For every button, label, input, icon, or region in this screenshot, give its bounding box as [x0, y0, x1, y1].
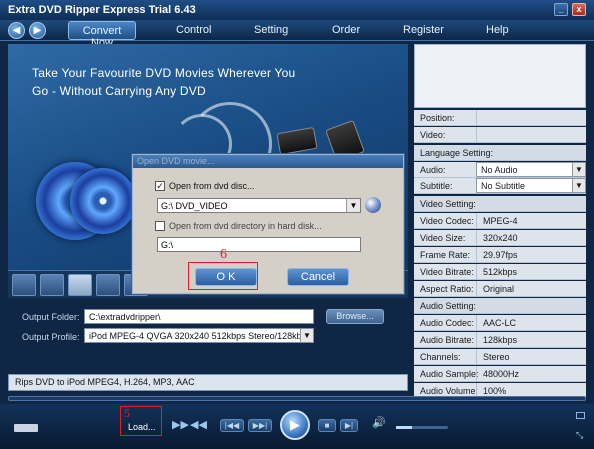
menu-help[interactable]: Help: [486, 24, 509, 36]
compact-mode-icon[interactable]: [576, 412, 585, 419]
disc-drive-select[interactable]: G:\ DVD_VIDEO ▼: [157, 198, 361, 213]
refresh-drives-icon[interactable]: [365, 197, 381, 213]
open-from-disc-option[interactable]: ✓ Open from dvd disc...: [155, 181, 255, 191]
open-from-dir-checkbox[interactable]: [155, 221, 165, 231]
title-bar: Extra DVD Ripper Express Trial 6.43 _ x: [0, 0, 594, 20]
property-row: Video:: [414, 127, 586, 143]
audio-setting-header: Audio Setting:: [414, 298, 586, 314]
output-folder-label: Output Folder:: [22, 312, 80, 322]
menu-setting[interactable]: Setting: [254, 24, 288, 36]
video-codec-row: Video Codec: MPEG-4: [414, 213, 586, 229]
preset-thumbnail[interactable]: [40, 274, 64, 296]
minimize-button[interactable]: _: [554, 3, 568, 16]
subtitle-row: Subtitle: No Subtitle ▼: [414, 178, 586, 194]
menu-convert-now[interactable]: Convert Now: [68, 21, 136, 49]
menu-control[interactable]: Control: [176, 24, 211, 36]
preset-thumbnail[interactable]: [68, 274, 92, 296]
menu-bar: ◀ ▶ Convert Now Control Setting Order Re…: [0, 20, 594, 49]
play-icon[interactable]: ▶: [280, 410, 310, 440]
dialog-title: Open DVD movie...: [133, 155, 403, 168]
directory-path-value: G:\: [161, 240, 174, 250]
open-from-dir-label: Open from dvd directory in hard disk...: [169, 221, 322, 231]
chevron-down-icon[interactable]: ▼: [346, 199, 360, 212]
cancel-button[interactable]: Cancel: [287, 268, 349, 286]
step-number-label: 6: [220, 247, 227, 262]
preset-thumbnail[interactable]: [96, 274, 120, 296]
browse-button[interactable]: Browse...: [326, 309, 384, 324]
output-profile-value: iPod MPEG-4 QVGA 320x240 512kbps Stereo/…: [89, 331, 312, 341]
preset-thumbnail[interactable]: [12, 274, 36, 296]
audio-sample-row: Audio Sample: 48000Hz: [414, 366, 586, 382]
directory-path-field[interactable]: G:\: [157, 237, 361, 252]
forward-arrow-icon[interactable]: ▶: [29, 22, 46, 39]
audio-bitrate-row: Audio Bitrate: 128kbps: [414, 332, 586, 348]
video-size-row: Video Size: 320x240: [414, 230, 586, 246]
chevron-down-icon[interactable]: ▼: [572, 179, 585, 192]
audio-codec-row: Audio Codec: AAC-LC: [414, 315, 586, 331]
subtitle-select[interactable]: No Subtitle ▼: [476, 178, 586, 193]
banner-line-1: Take Your Favourite DVD Movies Wherever …: [32, 66, 296, 80]
chevron-down-icon[interactable]: ▼: [300, 329, 313, 342]
chevron-down-icon[interactable]: ▼: [572, 163, 585, 176]
audio-track-select[interactable]: No Audio ▼: [476, 162, 586, 177]
property-row: Position:: [414, 110, 586, 126]
language-setting-header: Language Setting:: [414, 145, 586, 161]
playback-progress-bar[interactable]: [8, 396, 586, 401]
rewind-icon[interactable]: ◀◀: [190, 418, 207, 431]
step-highlight-box: [188, 262, 258, 290]
volume-slider-fill: [396, 426, 412, 429]
menu-order[interactable]: Order: [332, 24, 360, 36]
open-from-disc-checkbox[interactable]: ✓: [155, 181, 165, 191]
video-preview-pane: [414, 44, 586, 108]
output-profile-label: Output Profile:: [22, 332, 80, 342]
close-button[interactable]: x: [572, 3, 586, 16]
app-window: Extra DVD Ripper Express Trial 6.43 _ x …: [0, 0, 594, 449]
player-controls: Load... 5 ▶▶ ◀◀ |◀◀ ▶▶| ▶ ■ ▶| 🔊 ⤡: [0, 404, 594, 449]
volume-slider[interactable]: [396, 426, 448, 429]
step-number-label: 5: [124, 406, 130, 420]
speaker-icon[interactable]: 🔊: [372, 416, 386, 429]
aspect-ratio-row: Aspect Ratio: Original: [414, 281, 586, 297]
back-arrow-icon[interactable]: ◀: [8, 22, 25, 39]
disc-drive-value: G:\ DVD_VIDEO: [161, 201, 228, 211]
frame-rate-row: Frame Rate: 29.97fps: [414, 247, 586, 263]
output-folder-field[interactable]: C:\extradvdripper\: [84, 309, 314, 324]
channels-row: Channels: Stereo: [414, 349, 586, 365]
media-player-icon: [276, 126, 318, 156]
stop-icon[interactable]: ■: [318, 419, 336, 432]
audio-track-row: Audio: No Audio ▼: [414, 162, 586, 178]
open-from-dir-option[interactable]: Open from dvd directory in hard disk...: [155, 221, 322, 231]
open-from-disc-label: Open from dvd disc...: [169, 181, 255, 191]
fullscreen-icon[interactable]: ⤡: [576, 430, 583, 441]
previous-chapter-icon[interactable]: |◀◀: [220, 419, 244, 432]
video-bitrate-row: Video Bitrate: 512kbps: [414, 264, 586, 280]
dvd-disc-icon: [70, 168, 136, 234]
output-profile-select[interactable]: iPod MPEG-4 QVGA 320x240 512kbps Stereo/…: [84, 328, 314, 343]
open-dvd-dialog: Open DVD movie... ✓ Open from dvd disc..…: [132, 154, 404, 294]
status-bar: Rips DVD to iPod MPEG4, H.264, MP3, AAC: [8, 374, 408, 391]
fast-forward-icon[interactable]: ▶▶: [172, 418, 189, 431]
next-icon[interactable]: ▶|: [340, 419, 358, 432]
brand-logo: [14, 424, 38, 432]
menu-register[interactable]: Register: [403, 24, 444, 36]
banner-line-2: Go - Without Carrying Any DVD: [32, 84, 206, 98]
next-chapter-icon[interactable]: ▶▶|: [248, 419, 272, 432]
window-title: Extra DVD Ripper Express Trial 6.43: [8, 4, 196, 16]
video-setting-header: Video Setting:: [414, 196, 586, 212]
